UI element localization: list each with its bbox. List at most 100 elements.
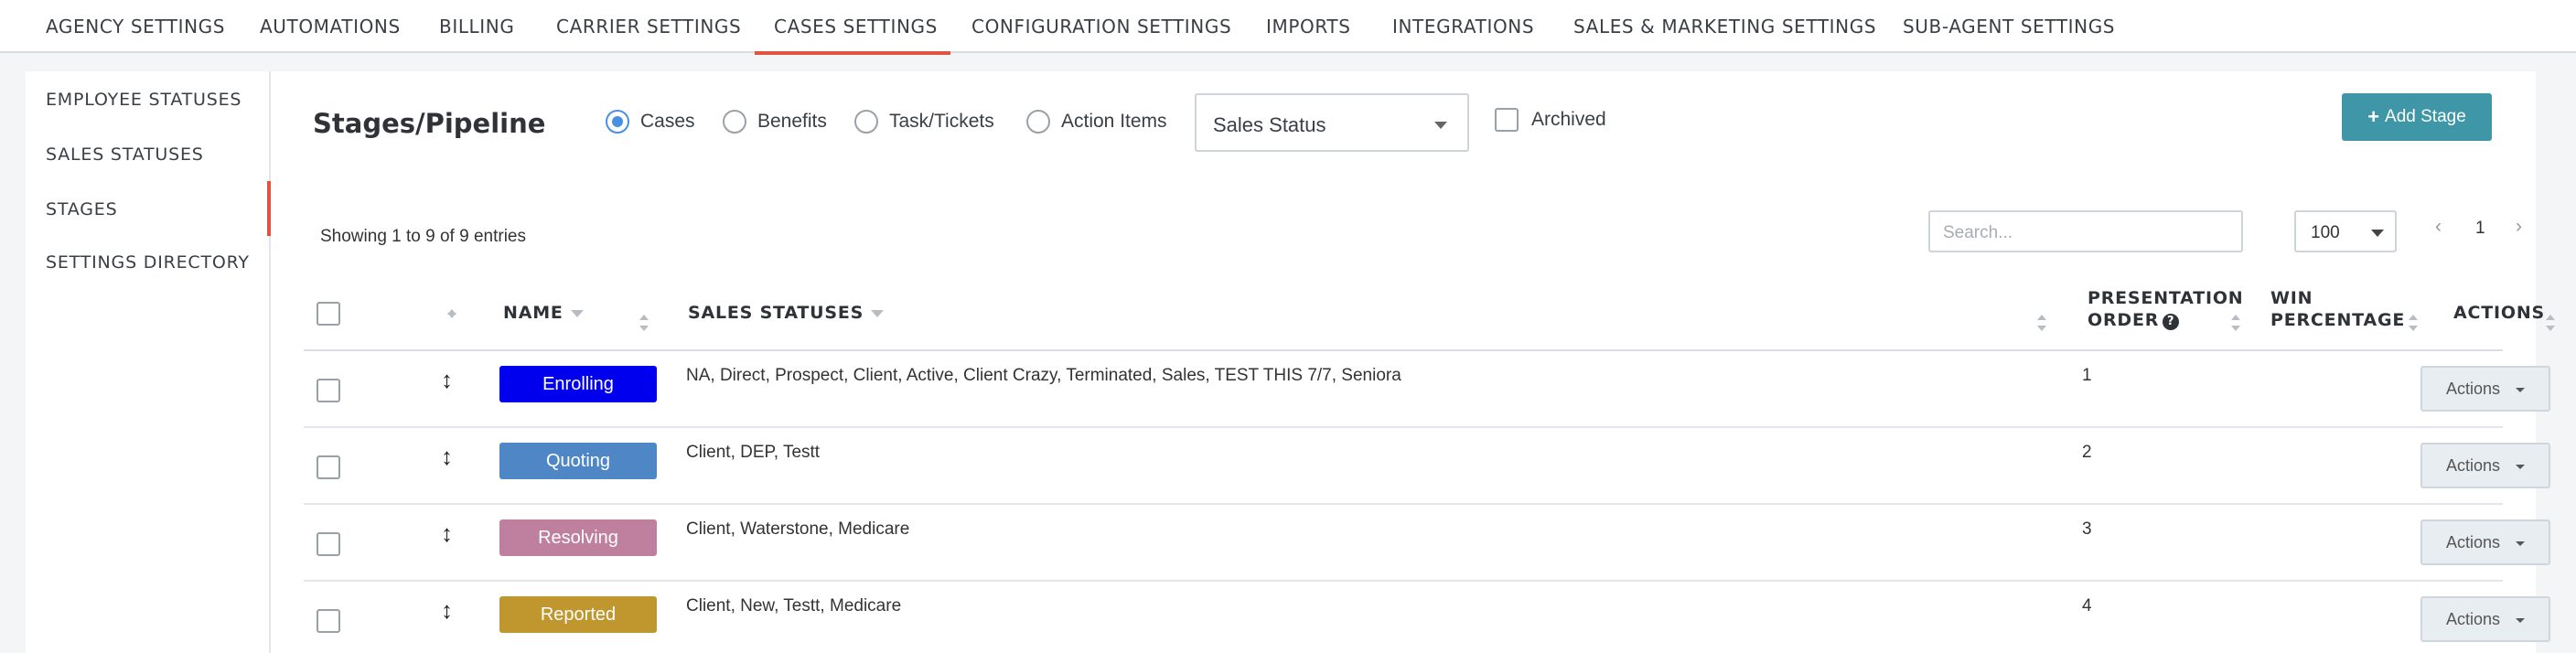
stage-order: 3 <box>2082 519 2092 539</box>
radio-action-items-label: Action Items <box>1061 111 1167 132</box>
column-win-percentage-label-1: WIN <box>2270 288 2313 308</box>
drag-handle-icon[interactable]: ↕ <box>441 519 453 548</box>
column-presentation-order-label-1: PRESENTATION <box>2088 288 2244 308</box>
tab-cases-settings[interactable]: CASES SETTINGS <box>774 0 938 53</box>
page-size-select[interactable]: 100 <box>2294 210 2397 252</box>
sort-icon[interactable] <box>2408 315 2419 331</box>
table-row: ↕ Reported Client, New, Testt, Medicare … <box>304 582 2550 653</box>
settings-sidebar: EMPLOYEE STATUSES SALES STATUSES STAGES … <box>26 71 271 653</box>
stage-badge: Quoting <box>499 443 657 479</box>
sidebar-item-settings-directory[interactable]: SETTINGS DIRECTORY <box>46 252 250 273</box>
sort-icon[interactable] <box>2036 315 2047 331</box>
settings-panel: EMPLOYEE STATUSES SALES STATUSES STAGES … <box>26 71 2555 653</box>
tab-sales-marketing-settings[interactable]: SALES & MARKETING SETTINGS <box>1573 0 1876 53</box>
add-stage-label: Add Stage <box>2385 107 2466 126</box>
column-presentation-order[interactable]: PRESENTATION ORDER? <box>2088 287 2244 331</box>
column-name[interactable]: NAME <box>503 302 584 324</box>
row-checkbox[interactable] <box>317 379 340 402</box>
radio-benefits[interactable]: Benefits <box>723 106 827 137</box>
search-placeholder: Search... <box>1943 223 2013 242</box>
sort-desc-icon <box>570 309 584 317</box>
column-name-label: NAME <box>503 303 564 323</box>
sort-icon[interactable] <box>639 315 649 331</box>
table-row: ↕ Resolving Client, Waterstone, Medicare… <box>304 505 2550 582</box>
radio-action-items[interactable]: Action Items <box>1026 106 1167 137</box>
radio-benefits-label: Benefits <box>757 111 827 132</box>
page-title: Stages/Pipeline <box>313 108 546 139</box>
tab-carrier-settings[interactable]: CARRIER SETTINGS <box>556 0 741 53</box>
sidebar-item-employee-statuses[interactable]: EMPLOYEE STATUSES <box>46 90 242 110</box>
tab-imports[interactable]: IMPORTS <box>1266 0 1351 53</box>
sidebar-item-stages[interactable]: STAGES <box>46 199 117 219</box>
column-win-percentage[interactable]: WIN PERCENTAGE <box>2270 287 2405 331</box>
tab-configuration-settings[interactable]: CONFIGURATION SETTINGS <box>971 0 1231 53</box>
caret-down-icon <box>2516 465 2525 469</box>
row-checkbox[interactable] <box>317 455 340 479</box>
caret-down-icon <box>2516 388 2525 392</box>
entries-info: Showing 1 to 9 of 9 entries <box>320 227 526 246</box>
tab-agency-settings[interactable]: AGENCY SETTINGS <box>46 0 225 53</box>
add-stage-button[interactable]: + Add Stage <box>2342 93 2492 141</box>
page-size-value: 100 <box>2311 223 2340 242</box>
radio-benefits-button[interactable] <box>723 110 746 134</box>
sort-icon[interactable] <box>2230 315 2241 331</box>
stage-statuses: Client, New, Testt, Medicare <box>686 596 902 616</box>
plus-icon: + <box>2367 105 2380 128</box>
radio-task-tickets-label: Task/Tickets <box>889 111 994 132</box>
table-header: NAME SALES STATUSES PRESENTATION ORDER? … <box>304 282 2555 351</box>
pager-current-page[interactable]: 1 <box>2475 219 2485 239</box>
actions-dropdown-button[interactable]: Actions <box>2420 519 2550 565</box>
radio-cases[interactable]: Cases <box>606 106 695 137</box>
stage-statuses: Client, DEP, Testt <box>686 443 821 462</box>
top-nav: AGENCY SETTINGS AUTOMATIONS BILLING CARR… <box>0 0 2576 55</box>
radio-cases-button[interactable] <box>606 110 629 134</box>
archived-toggle[interactable]: Archived <box>1495 108 1606 132</box>
drag-handle-icon[interactable]: ↕ <box>441 443 453 471</box>
actions-dropdown-button[interactable]: Actions <box>2420 596 2550 642</box>
sidebar-item-sales-statuses[interactable]: SALES STATUSES <box>46 145 204 165</box>
tab-sub-agent-settings[interactable]: SUB-AGENT SETTINGS <box>1903 0 2115 53</box>
column-sales-statuses-label: SALES STATUSES <box>688 303 864 323</box>
row-checkbox[interactable] <box>317 532 340 556</box>
sort-icon[interactable] <box>2545 315 2556 331</box>
actions-label: Actions <box>2446 379 2501 398</box>
sales-status-select[interactable]: Sales Status <box>1195 93 1469 152</box>
stage-statuses: Client, Waterstone, Medicare <box>686 519 910 539</box>
sort-desc-icon <box>871 309 885 317</box>
caret-down-icon <box>2516 541 2525 546</box>
chevron-down-icon <box>1434 122 1447 129</box>
tab-automations[interactable]: AUTOMATIONS <box>260 0 401 53</box>
column-sales-statuses[interactable]: SALES STATUSES <box>688 302 885 324</box>
help-icon[interactable]: ? <box>2163 314 2180 330</box>
radio-action-items-button[interactable] <box>1026 110 1050 134</box>
stages-content: Stages/Pipeline Cases Benefits Task/Tick… <box>271 71 2555 653</box>
caret-down-icon <box>2516 618 2525 623</box>
search-input[interactable]: Search... <box>1928 210 2243 252</box>
stage-statuses: NA, Direct, Prospect, Client, Active, Cl… <box>686 366 1401 385</box>
pager-prev-button[interactable]: ‹ <box>2435 216 2442 238</box>
sort-up-icon[interactable] <box>446 309 457 318</box>
actions-dropdown-button[interactable]: Actions <box>2420 443 2550 488</box>
radio-task-tickets[interactable]: Task/Tickets <box>854 106 994 137</box>
tab-billing[interactable]: BILLING <box>439 0 514 53</box>
actions-label: Actions <box>2446 532 2501 551</box>
select-all-checkbox[interactable] <box>317 302 340 326</box>
pager-next-button[interactable]: › <box>2516 216 2522 238</box>
radio-task-tickets-button[interactable] <box>854 110 878 134</box>
stage-order: 1 <box>2082 366 2092 385</box>
table-row: ↕ Enrolling NA, Direct, Prospect, Client… <box>304 351 2550 428</box>
sales-status-select-value: Sales Status <box>1213 113 1326 136</box>
archived-checkbox[interactable] <box>1495 108 1519 132</box>
stage-badge: Enrolling <box>499 366 657 402</box>
column-presentation-order-label-2: ORDER <box>2088 310 2160 330</box>
chevron-down-icon <box>2371 230 2384 237</box>
table-row: ↕ Quoting Client, DEP, Testt 2 Actions <box>304 428 2550 505</box>
tab-integrations[interactable]: INTEGRATIONS <box>1392 0 1534 53</box>
actions-label: Actions <box>2446 455 2501 475</box>
row-checkbox[interactable] <box>317 609 340 633</box>
stage-order: 2 <box>2082 443 2092 462</box>
drag-handle-icon[interactable]: ↕ <box>441 596 453 625</box>
actions-dropdown-button[interactable]: Actions <box>2420 366 2550 412</box>
archived-label: Archived <box>1531 109 1606 130</box>
drag-handle-icon[interactable]: ↕ <box>441 366 453 394</box>
